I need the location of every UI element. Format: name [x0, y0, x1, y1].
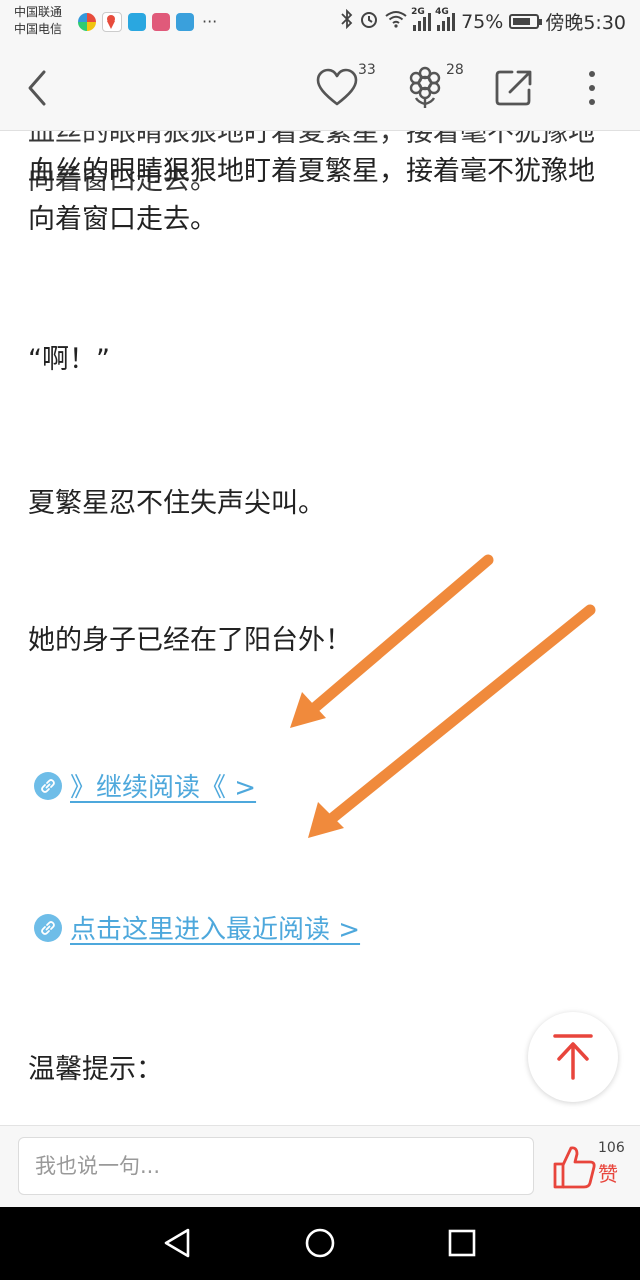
nav-recents-button[interactable] [444, 1225, 480, 1261]
share-button[interactable] [494, 64, 536, 110]
shield-app-icon [128, 13, 146, 31]
calendar-app-icon [152, 13, 170, 31]
notification-icons: ··· [78, 12, 217, 32]
alarm-icon [359, 9, 379, 34]
recent-reading-link[interactable]: 点击这里进入最近阅读 > [34, 909, 360, 946]
article-paragraph-3: 夏繁星忍不住失声尖叫。 [28, 488, 325, 519]
comment-bar: 106 赞 [0, 1125, 640, 1208]
article-content[interactable]: 血丝的眼睛狠狠地盯着夏繁星，接着毫不犹豫地向着窗口走去。 血丝的眼睛狠狠地盯着夏… [0, 131, 640, 1125]
carrier-names: 中国联通 中国电信 [14, 4, 62, 38]
continue-reading-text: 》继续阅读《 > [70, 773, 257, 803]
status-bar: 中国联通 中国电信 ··· 2G 4G 75% 傍晚5:30 [0, 0, 640, 44]
signal-2g-icon: 2G [411, 7, 432, 31]
battery-percent: 75% [461, 10, 504, 33]
top-toolbar: 33 28 [0, 44, 640, 131]
thumbs-up-icon [553, 1146, 596, 1189]
more-notifications-icon: ··· [202, 12, 218, 31]
thumbs-up-count: 106 [598, 1140, 625, 1156]
map-pin-icon [102, 12, 122, 32]
article-paragraph-4: 她的身子已经在了阳台外！ [28, 625, 352, 656]
thumbs-up-button[interactable]: 106 赞 [548, 1136, 628, 1198]
bluetooth-icon [341, 8, 353, 34]
back-button[interactable] [22, 68, 56, 108]
link-icon [34, 771, 62, 800]
thumbs-up-label: 赞 [598, 1162, 618, 1186]
wifi-icon [385, 10, 407, 33]
triangle-back-icon [164, 1228, 190, 1258]
gift-flower-button[interactable]: 28 [404, 62, 474, 110]
app-notification-icon [78, 13, 96, 31]
share-icon [495, 70, 532, 106]
recent-reading-text: 点击这里进入最近阅读 > [70, 915, 361, 945]
square-recents-icon [448, 1229, 476, 1257]
back-to-top-button[interactable] [528, 1012, 618, 1102]
gift-count: 28 [446, 62, 464, 78]
clock: 傍晚5:30 [545, 12, 626, 34]
nav-back-button[interactable] [160, 1225, 196, 1261]
more-icon [589, 71, 595, 105]
carrier-2: 中国电信 [14, 22, 63, 36]
circle-home-icon [305, 1228, 335, 1258]
comment-input[interactable] [18, 1137, 534, 1195]
signal-4g-icon: 4G [435, 7, 456, 31]
status-indicators: 2G 4G 75% 傍晚5:30 [341, 7, 626, 35]
more-button[interactable] [578, 68, 606, 108]
back-icon [28, 70, 46, 106]
arrow-up-icon [553, 1034, 593, 1080]
battery-icon [509, 14, 543, 29]
link-icon [34, 913, 62, 942]
wifi-app-icon [176, 13, 194, 31]
heart-icon [316, 68, 358, 106]
system-navigation-bar [0, 1207, 640, 1280]
like-button[interactable]: 33 [316, 62, 386, 110]
continue-reading-link[interactable]: 》继续阅读《 > [34, 767, 256, 804]
article-paragraph-1: 血丝的眼睛狠狠地盯着夏繁星，接着毫不犹豫地向着窗口走去。 [28, 156, 595, 235]
like-count: 33 [358, 62, 376, 78]
nav-home-button[interactable] [302, 1225, 338, 1261]
article-paragraph-2: “啊！” [28, 344, 110, 375]
carrier-1: 中国联通 [14, 5, 63, 19]
flower-icon [409, 66, 441, 108]
